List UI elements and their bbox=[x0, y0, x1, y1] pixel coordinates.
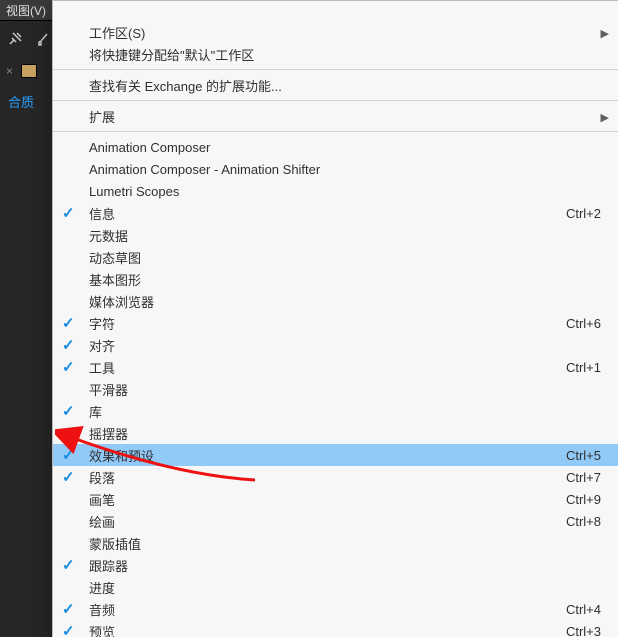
menu-item-anim-composer-shifter[interactable]: ✓Animation Composer - Animation Shifter▶ bbox=[53, 158, 618, 180]
menu-item-label: 将快捷键分配给"默认"工作区 bbox=[89, 45, 601, 64]
menu-item-shortcut: Ctrl+7 bbox=[566, 470, 601, 485]
menu-item-assign-shortcuts[interactable]: ✓将快捷键分配给"默认"工作区▶ bbox=[53, 43, 618, 65]
menu-item-label: 媒体浏览器 bbox=[89, 292, 601, 311]
menu-item-tracker[interactable]: ✓跟踪器▶ bbox=[53, 554, 618, 576]
menu-item-label: 跟踪器 bbox=[89, 556, 601, 575]
menu-item-essential-graphics[interactable]: ✓基本图形▶ bbox=[53, 268, 618, 290]
menu-item-label: 进度 bbox=[89, 578, 601, 597]
menu-item-lumetri[interactable]: ✓Lumetri Scopes▶ bbox=[53, 180, 618, 202]
window-menu: ✓工作区(S)▶✓将快捷键分配给"默认"工作区▶✓查找有关 Exchange 的… bbox=[52, 0, 618, 637]
menu-item-character[interactable]: ✓字符Ctrl+6▶ bbox=[53, 312, 618, 334]
menu-item-shortcut: Ctrl+4 bbox=[566, 602, 601, 617]
menu-item-shortcut: Ctrl+6 bbox=[566, 316, 601, 331]
menu-item-label: 对齐 bbox=[89, 336, 601, 355]
menu-item-label: Lumetri Scopes bbox=[89, 184, 601, 199]
check-icon: ✓ bbox=[62, 336, 78, 352]
menu-item-label: 平滑器 bbox=[89, 380, 601, 399]
menu-item-tools[interactable]: ✓工具Ctrl+1▶ bbox=[53, 356, 618, 378]
menu-item-label: 效果和预设 bbox=[89, 446, 556, 465]
menu-item-brushes[interactable]: ✓画笔Ctrl+9▶ bbox=[53, 488, 618, 510]
project-tab-row: × bbox=[6, 64, 37, 78]
menu-item-find-exchange-ext[interactable]: ✓查找有关 Exchange 的扩展功能...▶ bbox=[53, 74, 618, 96]
menu-item-paragraph[interactable]: ✓段落Ctrl+7▶ bbox=[53, 466, 618, 488]
toolbar bbox=[4, 28, 54, 50]
menu-item-anim-composer[interactable]: ✓Animation Composer▶ bbox=[53, 136, 618, 158]
pin-icon[interactable] bbox=[4, 28, 26, 50]
folder-icon[interactable] bbox=[21, 64, 37, 78]
menu-item-label: 元数据 bbox=[89, 226, 601, 245]
menu-item-label: 绘画 bbox=[89, 512, 556, 531]
menu-item-label: 工具 bbox=[89, 358, 556, 377]
menu-item-label: 音频 bbox=[89, 600, 556, 619]
menu-item-label: Animation Composer - Animation Shifter bbox=[89, 162, 601, 177]
menu-item-metadata[interactable]: ✓元数据▶ bbox=[53, 224, 618, 246]
app-window: 视图(V) × 合质 ▲ ✓工作区(S)▶✓将快捷键分配给"默认"工作区▶✓查找… bbox=[0, 0, 618, 637]
menu-item-motion-sketch[interactable]: ✓动态草图▶ bbox=[53, 246, 618, 268]
check-icon: ✓ bbox=[62, 402, 78, 418]
menu-item-shortcut: Ctrl+8 bbox=[566, 514, 601, 529]
menu-item-label: 扩展 bbox=[89, 107, 601, 126]
menu-item-label: 预览 bbox=[89, 622, 556, 637]
menu-item-label: 库 bbox=[89, 402, 601, 421]
menu-item-label: Animation Composer bbox=[89, 140, 601, 155]
menu-item-paint[interactable]: ✓绘画Ctrl+8▶ bbox=[53, 510, 618, 532]
menu-item-label: 字符 bbox=[89, 314, 556, 333]
chevron-right-icon: ▶ bbox=[601, 111, 609, 124]
menu-item-shortcut: Ctrl+5 bbox=[566, 448, 601, 463]
check-icon: ✓ bbox=[62, 622, 78, 637]
composition-label[interactable]: 合质 bbox=[8, 92, 34, 111]
brush-icon[interactable] bbox=[32, 28, 54, 50]
menu-item-shortcut: Ctrl+9 bbox=[566, 492, 601, 507]
menu-item-effects-presets[interactable]: ✓效果和预设Ctrl+5▶ bbox=[53, 444, 618, 466]
menu-item-mask-interp[interactable]: ✓蒙版插值▶ bbox=[53, 532, 618, 554]
menu-item-label: 查找有关 Exchange 的扩展功能... bbox=[89, 76, 601, 95]
menu-separator bbox=[53, 131, 618, 132]
menu-item-workspace[interactable]: ✓工作区(S)▶ bbox=[53, 21, 618, 43]
menu-item-smoother[interactable]: ✓平滑器▶ bbox=[53, 378, 618, 400]
menu-padding bbox=[53, 1, 618, 21]
menu-separator bbox=[53, 100, 618, 101]
menu-separator bbox=[53, 69, 618, 70]
menubar: 视图(V) bbox=[0, 0, 52, 21]
check-icon: ✓ bbox=[62, 556, 78, 572]
menu-item-preview[interactable]: ✓预览Ctrl+3▶ bbox=[53, 620, 618, 637]
menu-item-audio[interactable]: ✓音频Ctrl+4▶ bbox=[53, 598, 618, 620]
check-icon: ✓ bbox=[62, 314, 78, 330]
menu-item-label: 摇摆器 bbox=[89, 424, 601, 443]
check-icon: ✓ bbox=[62, 468, 78, 484]
check-icon: ✓ bbox=[62, 358, 78, 374]
close-icon[interactable]: × bbox=[6, 64, 13, 78]
menu-item-label: 工作区(S) bbox=[89, 23, 601, 42]
menu-item-info[interactable]: ✓信息Ctrl+2▶ bbox=[53, 202, 618, 224]
menu-item-shortcut: Ctrl+3 bbox=[566, 624, 601, 637]
menu-item-label: 蒙版插值 bbox=[89, 534, 601, 553]
menu-item-media-browser[interactable]: ✓媒体浏览器▶ bbox=[53, 290, 618, 312]
menubar-item-view[interactable]: 视图(V) bbox=[6, 2, 46, 19]
check-icon: ✓ bbox=[62, 446, 78, 462]
menu-item-extensions[interactable]: ✓扩展▶ bbox=[53, 105, 618, 127]
menu-item-label: 基本图形 bbox=[89, 270, 601, 289]
menu-item-shortcut: Ctrl+2 bbox=[566, 206, 601, 221]
menu-item-wiggler[interactable]: ✓摇摆器▶ bbox=[53, 422, 618, 444]
menu-item-label: 动态草图 bbox=[89, 248, 601, 267]
menu-item-label: 信息 bbox=[89, 204, 556, 223]
chevron-right-icon: ▶ bbox=[601, 27, 609, 40]
menu-item-align[interactable]: ✓对齐▶ bbox=[53, 334, 618, 356]
menu-item-library[interactable]: ✓库▶ bbox=[53, 400, 618, 422]
check-icon: ✓ bbox=[62, 600, 78, 616]
app-left-background: 视图(V) × 合质 bbox=[0, 0, 53, 637]
menu-item-progress[interactable]: ✓进度▶ bbox=[53, 576, 618, 598]
menu-item-label: 段落 bbox=[89, 468, 556, 487]
menu-item-label: 画笔 bbox=[89, 490, 556, 509]
check-icon: ✓ bbox=[62, 204, 78, 220]
menu-item-shortcut: Ctrl+1 bbox=[566, 360, 601, 375]
